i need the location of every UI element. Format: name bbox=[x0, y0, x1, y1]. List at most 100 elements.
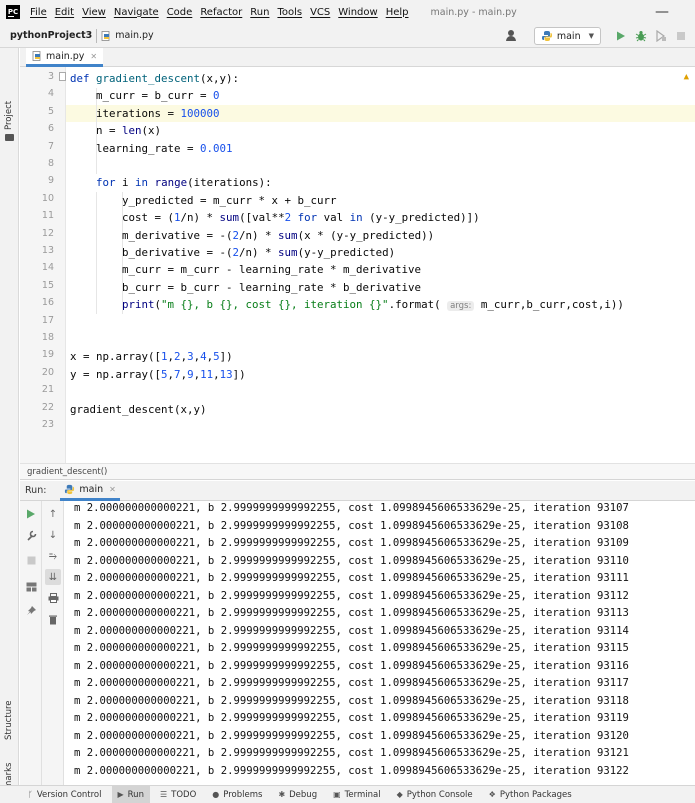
menu-navigate[interactable]: Navigate bbox=[114, 7, 159, 18]
nav-toolbar: main ▼ bbox=[505, 26, 689, 46]
python-console-tool-button[interactable]: ◆ Python Console bbox=[391, 786, 479, 803]
menu-view[interactable]: View bbox=[82, 7, 106, 18]
trash-icon[interactable] bbox=[45, 611, 61, 627]
navigation-bar: pythonProject3 main.py main ▼ bbox=[0, 24, 695, 48]
tool-label: Python Packages bbox=[499, 789, 572, 800]
line-number: 3 bbox=[47, 71, 54, 82]
problems-tool-button[interactable]: ● Problems bbox=[206, 786, 268, 803]
code-line: def gradient_descent(x,y): bbox=[70, 72, 240, 85]
structure-tool-button[interactable]: Structure bbox=[4, 700, 14, 740]
version-control-tool-button[interactable]: ᚴ Version Control bbox=[22, 786, 108, 803]
line-number: 10 bbox=[41, 192, 54, 204]
tool-label: Version Control bbox=[36, 789, 102, 800]
console-line: m 2.000000000000221, b 2.999999999999225… bbox=[74, 694, 629, 707]
console-line: m 2.000000000000221, b 2.999999999999225… bbox=[74, 502, 629, 514]
menu-window[interactable]: Window bbox=[338, 7, 377, 18]
console-output[interactable]: m 2.000000000000221, b 2.999999999999225… bbox=[64, 501, 695, 785]
folder-icon bbox=[5, 134, 14, 141]
todo-tool-button[interactable]: ☰ TODO bbox=[154, 786, 202, 803]
line-number: 17 bbox=[41, 314, 54, 326]
breadcrumb-project[interactable]: pythonProject3 bbox=[10, 30, 92, 41]
list-icon: ☰ bbox=[159, 790, 168, 799]
soft-wrap-icon[interactable]: ⥱ bbox=[45, 548, 61, 564]
line-number: 18 bbox=[41, 332, 54, 343]
close-icon[interactable]: ✕ bbox=[109, 485, 116, 494]
line-number: 5 bbox=[47, 105, 54, 117]
terminal-icon: ▣ bbox=[333, 790, 341, 799]
info-icon: ● bbox=[212, 790, 220, 799]
run-tool-button[interactable]: ▶ Run bbox=[111, 785, 150, 803]
tool-label: Run bbox=[127, 789, 144, 800]
rerun-button[interactable] bbox=[23, 506, 39, 522]
line-number: 21 bbox=[41, 384, 54, 396]
line-number: 13 bbox=[41, 245, 54, 256]
line-number: 22 bbox=[41, 401, 54, 413]
console-line: m 2.000000000000221, b 2.999999999999225… bbox=[74, 624, 629, 637]
code-line: y = np.array([5,7,9,11,13]) bbox=[70, 367, 246, 381]
breadcrumb-separator bbox=[96, 28, 98, 43]
stop-button[interactable] bbox=[673, 28, 689, 44]
menu-vcs[interactable]: VCS bbox=[310, 7, 330, 18]
console-line: m 2.000000000000221, b 2.999999999999225… bbox=[74, 764, 629, 777]
debug-tool-button[interactable]: ✱ Debug bbox=[272, 786, 323, 803]
line-number: 8 bbox=[47, 158, 54, 169]
code-line: b_derivative = -(2/n) * sum(y-y_predicte… bbox=[70, 246, 396, 259]
stop-button[interactable] bbox=[23, 552, 39, 568]
run-tab-main[interactable]: main ✕ bbox=[60, 481, 120, 501]
debug-button[interactable] bbox=[633, 28, 649, 44]
line-number: 6 bbox=[47, 123, 54, 135]
user-icon[interactable] bbox=[505, 30, 520, 42]
python-config-icon bbox=[541, 31, 552, 41]
scroll-to-end-icon[interactable]: ⇊ bbox=[45, 569, 61, 585]
line-number: 12 bbox=[41, 227, 54, 239]
code-line: gradient_descent(x,y) bbox=[70, 402, 207, 416]
line-number: 11 bbox=[41, 210, 54, 222]
run-configuration-selector[interactable]: main ▼ bbox=[533, 27, 601, 45]
code-breadcrumb[interactable]: gradient_descent() bbox=[20, 463, 695, 480]
line-number: 7 bbox=[47, 140, 54, 152]
console-line: m 2.000000000000221, b 2.999999999999225… bbox=[74, 554, 629, 567]
menu-items: File Edit View Navigate Code Refactor Ru… bbox=[30, 7, 417, 18]
print-icon[interactable] bbox=[45, 590, 61, 606]
menu-run[interactable]: Run bbox=[250, 7, 269, 18]
tab-main-py[interactable]: main.py ✕ bbox=[26, 48, 104, 67]
run-config-label: main bbox=[556, 30, 581, 42]
coverage-button[interactable] bbox=[653, 28, 669, 44]
line-number: 15 bbox=[41, 279, 54, 291]
warning-icon[interactable]: ▲ bbox=[684, 72, 689, 82]
line-number: 4 bbox=[47, 88, 54, 100]
terminal-tool-button[interactable]: ▣ Terminal bbox=[327, 786, 386, 803]
tool-label: Terminal bbox=[344, 789, 381, 800]
menu-help[interactable]: Help bbox=[386, 7, 409, 18]
console-line: m 2.000000000000221, b 2.999999999999225… bbox=[74, 607, 629, 619]
python-run-icon bbox=[65, 484, 75, 494]
menu-tools[interactable]: Tools bbox=[277, 7, 302, 18]
console-line: m 2.000000000000221, b 2.999999999999225… bbox=[74, 589, 629, 602]
python-packages-tool-button[interactable]: ❖ Python Packages bbox=[483, 786, 578, 803]
run-icon bbox=[617, 31, 625, 41]
breadcrumb-file[interactable]: main.py bbox=[115, 30, 153, 41]
run-button[interactable] bbox=[613, 28, 629, 44]
code-line: m_derivative = -(2/n) * sum(x * (y-y_pre… bbox=[70, 228, 435, 242]
python-file-icon bbox=[32, 51, 41, 61]
close-icon[interactable]: ✕ bbox=[90, 52, 97, 61]
coverage-icon bbox=[656, 30, 666, 42]
fold-marker-icon[interactable] bbox=[59, 72, 66, 81]
console-line: m 2.000000000000221, b 2.999999999999225… bbox=[74, 747, 629, 759]
pin-icon[interactable] bbox=[23, 602, 39, 618]
menu-code[interactable]: Code bbox=[167, 7, 193, 18]
project-tool-button[interactable]: Project bbox=[4, 101, 14, 130]
wrench-icon[interactable] bbox=[23, 527, 39, 543]
arrow-down-icon[interactable]: ↓ bbox=[45, 527, 61, 543]
chevron-down-icon: ▼ bbox=[588, 32, 594, 40]
menu-file[interactable]: File bbox=[30, 7, 47, 18]
line-number-gutter: 3 4 5 6 7 8 9 10 11 12 13 14 15 16 17 18… bbox=[20, 67, 66, 463]
arrow-up-icon[interactable]: ↑ bbox=[45, 506, 61, 522]
code-editor[interactable]: ▲ def gradient_descent(x,y): m_curr = b_… bbox=[66, 67, 695, 463]
menu-edit[interactable]: Edit bbox=[55, 7, 74, 18]
layout-icon[interactable] bbox=[23, 579, 39, 595]
menu-refactor[interactable]: Refactor bbox=[200, 7, 242, 18]
minimize-button[interactable]: — bbox=[655, 4, 669, 20]
